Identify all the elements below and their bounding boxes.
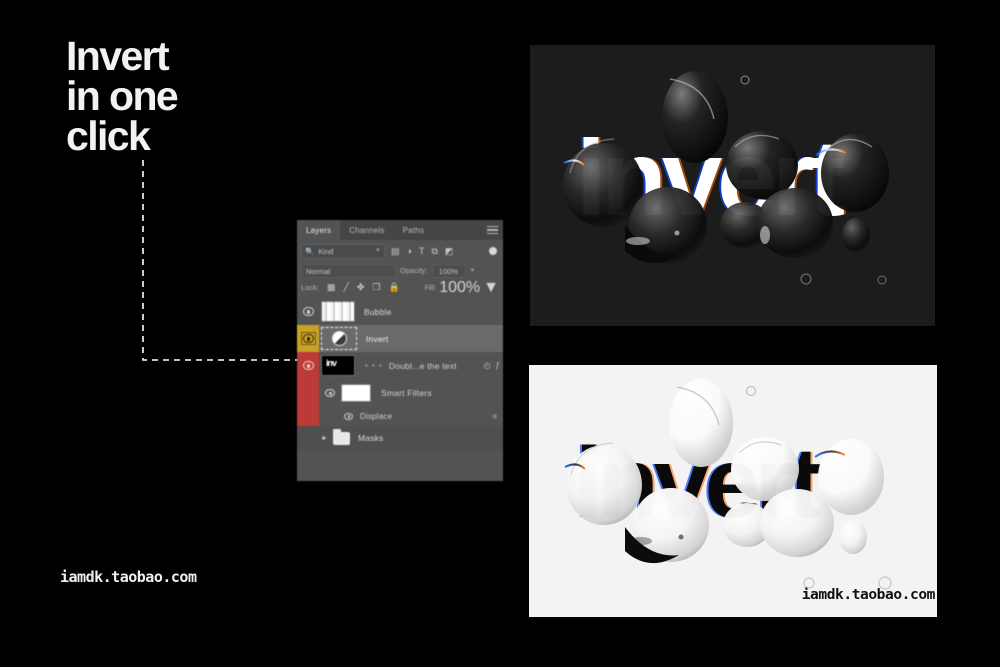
layer-row-masks[interactable]: ► Masks: [297, 426, 503, 450]
thumbnail-text: inv: [326, 358, 337, 368]
layer-name-smart-filters: Smart Filters: [381, 387, 432, 398]
panel-tab-bar[interactable]: Layers Channels Paths: [297, 220, 503, 240]
selection-marquee: [321, 327, 357, 350]
eye-visibility-placeholder[interactable]: [297, 426, 319, 450]
layer-color-strip: [297, 406, 319, 426]
fill-label: Fill:: [424, 283, 437, 292]
layer-color-strip: [297, 379, 319, 406]
layer-name-displace: Displace: [360, 411, 393, 421]
layer-name-bubble: Bubble: [364, 306, 392, 317]
tab-paths[interactable]: Paths: [393, 220, 434, 240]
fill-value[interactable]: 100%: [439, 279, 480, 297]
filter-type-icons[interactable]: ▤ ◑ T ⧉ ◩: [391, 246, 454, 256]
layer-list[interactable]: Bubble Invert inv • • • Doubl...e the te…: [297, 298, 503, 450]
filter-settings-icon[interactable]: ≡: [492, 412, 503, 421]
smart-object-filter-icon[interactable]: ◩: [445, 246, 454, 256]
pixel-filter-icon[interactable]: ▤: [391, 246, 400, 256]
invert-light-artwork: invert invert invert iamdk.taobao.com: [529, 365, 937, 617]
photoshop-layers-panel[interactable]: Layers Channels Paths 🔍 Kind ▼ ▤ ◑ T ⧉ ◩…: [297, 220, 503, 481]
layer-name-invert: Invert: [366, 333, 389, 344]
filter-toggle-icon[interactable]: [489, 247, 497, 255]
opacity-chevron-down-icon[interactable]: ▼: [470, 268, 476, 274]
eye-visibility-icon[interactable]: [319, 412, 357, 420]
layer-row-invert[interactable]: Invert: [297, 325, 503, 352]
layer-name-double-the-text: Doubl...e the text: [388, 360, 457, 371]
opacity-label: Opacity:: [400, 266, 428, 275]
lock-artboard-icon[interactable]: ❐: [372, 283, 380, 292]
layer-link-dots: • • •: [365, 361, 383, 370]
blend-mode-select[interactable]: Normal: [301, 263, 396, 278]
kind-filter-label: Kind: [318, 246, 334, 256]
watermark-inside: iamdk.taobao.com: [801, 587, 936, 603]
lock-bar[interactable]: Lock: ▦ ╱ ✤ ❐ 🔒 Fill: 100% ▼: [297, 279, 503, 296]
smart-filter-mask-thumbnail[interactable]: [341, 383, 371, 402]
invert-dark-artwork: invert invert invert: [530, 45, 935, 326]
callout-connector: [142, 160, 320, 361]
bubble-thumbnail[interactable]: [321, 301, 355, 322]
chevron-right-icon[interactable]: ►: [321, 435, 328, 442]
layer-row-double-the-text[interactable]: inv • • • Doubl...e the text ◴ ƒ: [297, 352, 503, 379]
blend-mode-bar[interactable]: Normal Opacity: 100% ▼: [297, 262, 503, 279]
lock-transparency-icon[interactable]: ▦: [327, 283, 336, 292]
eye-visibility-icon[interactable]: [297, 352, 319, 379]
page-title: Invert in one click: [66, 33, 179, 160]
fill-chevron-down-icon[interactable]: ▼: [483, 279, 499, 297]
eye-visibility-icon[interactable]: [297, 298, 319, 325]
layer-row-smart-filters[interactable]: Smart Filters: [297, 379, 503, 406]
opacity-value[interactable]: 100%: [431, 263, 466, 278]
fx-badge: ƒ: [495, 361, 500, 370]
dark-artwork-graphic: invert invert invert: [530, 45, 935, 326]
smart-object-badge: ◴: [483, 361, 491, 370]
lock-image-icon[interactable]: ╱: [343, 283, 348, 292]
layer-row-bubble[interactable]: Bubble: [297, 298, 503, 325]
search-icon: 🔍: [305, 246, 315, 256]
kind-filter-select[interactable]: 🔍 Kind ▼: [301, 243, 385, 259]
watermark-corner: iamdk.taobao.com: [60, 568, 197, 586]
type-filter-icon[interactable]: T: [419, 246, 425, 256]
layer-filter-bar[interactable]: 🔍 Kind ▼ ▤ ◑ T ⧉ ◩: [297, 240, 503, 262]
poster-canvas: Invert in one click Layers Channels Path…: [0, 0, 1000, 667]
lock-all-icon[interactable]: 🔒: [389, 283, 400, 292]
lock-position-icon[interactable]: ✤: [357, 283, 365, 292]
invert-adjustment-thumbnail[interactable]: [321, 327, 357, 350]
light-artwork-graphic: invert invert invert: [529, 365, 937, 617]
invert-text-thumbnail[interactable]: inv: [321, 355, 355, 376]
shape-filter-icon[interactable]: ⧉: [431, 246, 437, 256]
layer-badges[interactable]: ◴ ƒ: [484, 361, 503, 370]
panel-menu-icon[interactable]: [487, 226, 498, 235]
lock-label: Lock:: [301, 283, 319, 292]
layer-row-displace[interactable]: Displace ≡: [297, 406, 503, 426]
tab-layers[interactable]: Layers: [297, 220, 341, 240]
tab-channels[interactable]: Channels: [340, 220, 394, 240]
eye-visibility-icon[interactable]: [319, 388, 341, 397]
fill-group[interactable]: Fill: 100% ▼: [425, 279, 499, 297]
eye-visibility-icon[interactable]: [297, 325, 319, 352]
chevron-down-icon: ▼: [375, 248, 381, 254]
layer-name-masks: Masks: [357, 433, 384, 443]
folder-icon: [332, 428, 350, 445]
adjustment-filter-icon[interactable]: ◑: [407, 246, 412, 256]
